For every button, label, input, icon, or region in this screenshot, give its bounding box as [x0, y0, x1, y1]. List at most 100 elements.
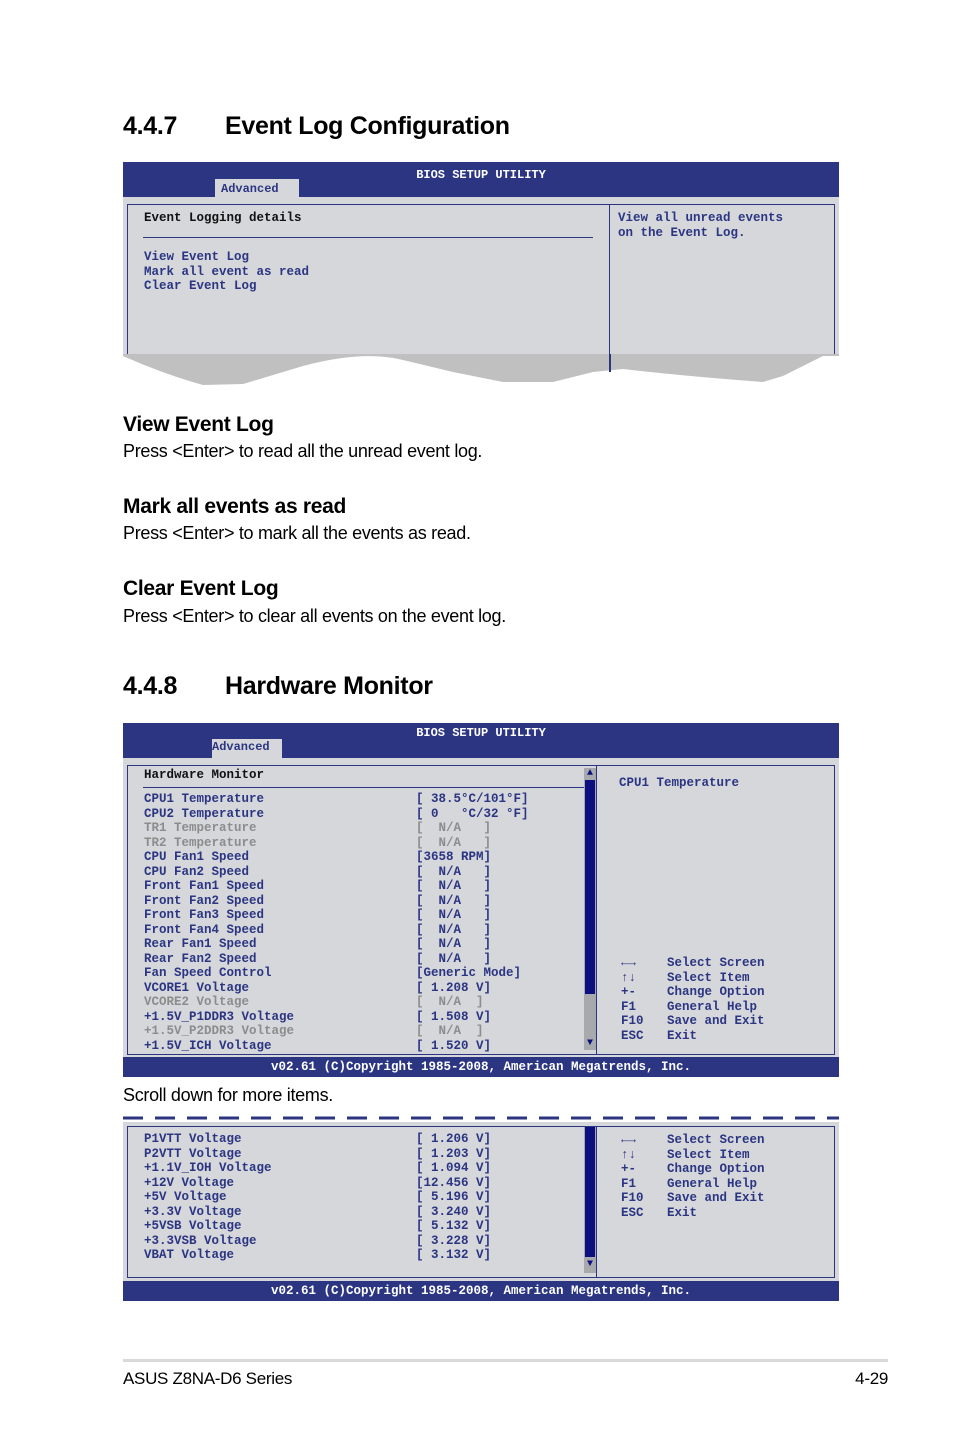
help-text: CPU1 Temperature — [619, 776, 740, 790]
key-glyph: ↑↓ — [621, 1147, 637, 1162]
subsection-desc-mark-all-read: Press <Enter> to mark all the events as … — [123, 523, 471, 543]
sensor-label: Rear Fan1 Speed — [144, 937, 257, 951]
bios-screen-hardware-monitor: BIOS SETUP UTILITY Advanced Hardware Mon… — [123, 723, 839, 1077]
key-legend-row: ←→ Select Screen — [621, 956, 841, 971]
scrollbar[interactable]: ▲ ▼ — [584, 768, 596, 1050]
key-legend-row: F1 General Help — [621, 1000, 841, 1015]
sensor-label: CPU2 Temperature — [144, 806, 265, 821]
sensor-value: [ 1.094 V] — [416, 1161, 492, 1175]
sensor-value: [ N/A ] — [416, 893, 492, 908]
sensor-label: Front Fan1 Speed — [144, 879, 265, 893]
section-number: 4.4.8 — [123, 672, 178, 700]
key-glyph: F1 — [621, 1176, 637, 1191]
sensor-value: [ 1.520 V] — [416, 1038, 492, 1053]
section-number: 4.4.7 — [123, 112, 178, 140]
key-description: Exit — [667, 1205, 698, 1220]
subsection-desc-clear-event-log: Press <Enter> to clear all events on the… — [123, 606, 506, 626]
bios-footer: v02.61 (C)Copyright 1985-2008, American … — [123, 1281, 839, 1301]
scroll-thumb[interactable] — [585, 780, 595, 994]
sensor-label: Front Fan3 Speed — [144, 908, 265, 922]
tab-advanced[interactable]: Advanced — [212, 739, 282, 758]
hardware-monitor-panel: Hardware Monitor CPU1 Temperature[ 38.5°… — [127, 765, 597, 1055]
footer-rule — [123, 1359, 888, 1362]
bios-screen-hardware-monitor-continued: P1VTT Voltage [ 1.206 V] P2VTT Voltage [ 1.… — [123, 1112, 839, 1301]
sensor-value: [ 1.206 V] — [416, 1132, 492, 1146]
key-description: Select Item — [667, 970, 750, 985]
key-description: Exit — [667, 1028, 698, 1043]
help-line-1: View all unread events — [618, 211, 784, 225]
scroll-thumb[interactable] — [585, 1127, 595, 1257]
bios-screen-event-log: BIOS SETUP UTILITY Advanced Event Loggin… — [123, 162, 839, 385]
scrollbar[interactable]: ▼ — [584, 1127, 596, 1273]
key-glyph: ↑↓ — [621, 970, 637, 985]
sensor-value: [ 1.508 V] — [416, 1009, 492, 1024]
sensor-value: [ N/A ] — [416, 1024, 484, 1038]
sensor-value: [ N/A ] — [416, 908, 492, 922]
sensor-label: VBAT Voltage — [144, 1248, 235, 1262]
key-description: General Help — [667, 1176, 758, 1191]
sensor-label: +1.5V_P2DDR3 Voltage — [144, 1024, 295, 1038]
key-glyph: ←→ — [621, 956, 637, 970]
key-legend-row: ←→ Select Screen — [621, 1133, 841, 1148]
sensor-value: [ 1.208 V] — [416, 980, 492, 995]
scroll-note: Scroll down for more items. — [123, 1085, 333, 1105]
sensor-value: [ N/A ] — [416, 879, 492, 893]
sensor-value: [ 38.5°C/101°F] — [416, 792, 529, 806]
key-legend-row: ESC Exit — [621, 1029, 841, 1044]
sensor-label: VCORE2 Voltage — [144, 995, 250, 1009]
sensor-label: +5VSB Voltage — [144, 1219, 242, 1233]
sensor-label: TR2 Temperature — [144, 835, 257, 850]
sensor-label: CPU Fan1 Speed — [144, 850, 250, 864]
sensor-label: VCORE1 Voltage — [144, 980, 250, 995]
sensor-label: Front Fan4 Speed — [144, 922, 265, 937]
help-panel: View all unread events on the Event Log. — [609, 204, 835, 356]
help-line-2: on the Event Log. — [618, 225, 746, 240]
scroll-up-arrow-icon[interactable]: ▲ — [584, 768, 596, 780]
bios-footer: v02.61 (C)Copyright 1985-2008, American … — [123, 1057, 839, 1077]
scroll-down-arrow-icon[interactable]: ▼ — [584, 1038, 596, 1050]
sensor-value: [ N/A ] — [416, 937, 492, 951]
key-glyph: ←→ — [621, 1133, 637, 1147]
sensor-value: [ N/A ] — [416, 922, 492, 937]
key-glyph: F10 — [621, 1191, 644, 1205]
sensor-value: [ 0 °C/32 °F] — [416, 806, 529, 821]
key-description: Select Item — [667, 1147, 750, 1162]
voltage-panel: P1VTT Voltage [ 1.206 V] P2VTT Voltage [ 1.… — [127, 1126, 597, 1278]
sensor-label: Front Fan2 Speed — [144, 893, 265, 908]
sensor-value: [12.456 V] — [416, 1175, 492, 1190]
bios-utility-title: BIOS SETUP UTILITY — [416, 726, 546, 740]
bios-header: BIOS SETUP UTILITY Advanced — [123, 723, 839, 758]
sensor-label: +1.5V_ICH Voltage — [144, 1038, 272, 1053]
subsection-title-clear-event-log: Clear Event Log — [123, 577, 279, 600]
key-glyph: F1 — [621, 999, 637, 1014]
torn-edge-graphic — [123, 354, 839, 385]
sensor-value: [ N/A ] — [416, 835, 492, 850]
key-description: Change Option — [667, 985, 765, 999]
scroll-down-arrow-icon[interactable]: ▼ — [584, 1259, 596, 1271]
sensor-label: +12V Voltage — [144, 1175, 235, 1190]
sensor-value: [ 5.132 V] — [416, 1219, 492, 1233]
key-description: Save and Exit — [667, 1014, 765, 1028]
key-legend-row: F1 General Help — [621, 1177, 841, 1192]
sensor-label: P1VTT Voltage — [144, 1132, 242, 1146]
sensor-value: [ 3.228 V] — [416, 1233, 492, 1248]
sensor-label: +3.3VSB Voltage — [144, 1233, 257, 1248]
section-heading-447: 4.4.7 Event Log Configuration — [123, 112, 510, 141]
sensor-label: CPU Fan2 Speed — [144, 864, 250, 879]
key-glyph: +- — [621, 1162, 637, 1176]
page-number: 4-29 — [855, 1369, 888, 1388]
product-name: ASUS Z8NA-D6 Series — [123, 1369, 293, 1388]
sensor-value: [Generic Mode] — [416, 966, 522, 980]
key-description: Select Screen — [667, 1133, 765, 1147]
sensor-label: +1.1V_IOH Voltage — [144, 1161, 272, 1175]
sensor-value: [3658 RPM] — [416, 850, 492, 864]
help-panel: CPU1 Temperature ←→ Select Screen ↑↓ Select… — [596, 765, 835, 1055]
sensor-value: [ 3.132 V] — [416, 1248, 492, 1262]
sensor-label: +3.3V Voltage — [144, 1204, 242, 1219]
sensor-value: [ N/A ] — [416, 864, 492, 879]
sensor-value: [ 5.196 V] — [416, 1190, 492, 1204]
section-heading-448: 4.4.8 Hardware Monitor — [123, 672, 433, 701]
tab-advanced[interactable]: Advanced — [215, 179, 299, 197]
key-glyph: ESC — [621, 1028, 644, 1043]
sensor-value: [ 1.203 V] — [416, 1146, 492, 1161]
